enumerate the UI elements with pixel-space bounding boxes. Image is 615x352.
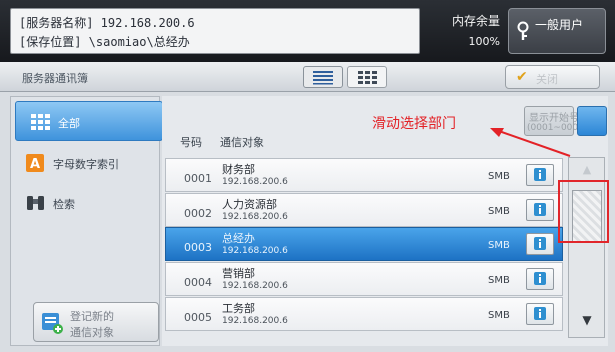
row-name: 财务部: [222, 163, 255, 176]
detail-button[interactable]: [526, 199, 554, 221]
scroll-down-button[interactable]: ▼: [575, 308, 599, 332]
register-new-target-button[interactable]: 登记新的 通信对象: [33, 302, 159, 342]
nav-item-all[interactable]: 全部: [15, 101, 163, 141]
table-row[interactable]: 0004 营销部 192.168.200.6 SMB: [165, 262, 563, 296]
row-number: 0003: [184, 241, 212, 254]
table-row[interactable]: 0002 人力资源部 192.168.200.6 SMB: [165, 193, 563, 227]
row-address: 192.168.200.6: [222, 246, 288, 256]
header: [服务器名称] 192.168.200.6 [保存位置] \saomiao\总经…: [0, 0, 615, 62]
binoculars-icon: [27, 196, 44, 210]
svg-text:A: A: [30, 157, 40, 172]
nav-item-label: 字母数字索引: [53, 158, 119, 171]
register-line-1: 登记新的: [70, 310, 114, 323]
nav-item-label: 全部: [58, 117, 80, 130]
row-protocol: SMB: [488, 275, 510, 286]
title-bar: 服务器通讯簿 ✔ 关闭: [0, 62, 615, 92]
grid-icon: [31, 114, 50, 130]
detail-button[interactable]: [526, 268, 554, 290]
info-icon: [534, 237, 546, 250]
row-number: 0005: [184, 311, 212, 324]
table-row-selected[interactable]: 0003 总经办 192.168.200.6 SMB: [165, 227, 563, 261]
info-icon: [534, 307, 546, 320]
user-button-label: 一般用户: [535, 18, 584, 32]
row-number: 0004: [184, 276, 212, 289]
row-name: 总经办: [222, 232, 255, 245]
row-name: 营销部: [222, 267, 255, 280]
table-row[interactable]: 0001 财务部 192.168.200.6 SMB: [165, 158, 563, 192]
add-contact-icon: [42, 313, 63, 334]
info-icon: [534, 203, 546, 216]
page-title: 服务器通讯簿: [22, 72, 88, 85]
row-address: 192.168.200.6: [222, 281, 288, 291]
nav-item-search[interactable]: 检索: [11, 183, 161, 223]
row-number: 0002: [184, 207, 212, 220]
annotation-arrow-icon: [490, 128, 571, 157]
memory-value: 100%: [468, 35, 500, 48]
left-nav: 全部 A 字母数字索引 检索 登记新的 通信对象: [10, 96, 163, 346]
annotation-label: 滑动选择部门: [372, 116, 456, 132]
start-number-entry-button[interactable]: [577, 106, 607, 136]
nav-item-label: 检索: [53, 198, 75, 211]
detail-button[interactable]: [526, 303, 554, 325]
letter-a-icon: A: [26, 154, 44, 172]
row-address: 192.168.200.6: [222, 177, 288, 187]
register-line-2: 通信对象: [70, 326, 114, 339]
scroll-up-button[interactable]: ▲: [575, 160, 599, 180]
row-address: 192.168.200.6: [222, 212, 288, 222]
scroll-highlight-box: [558, 180, 609, 243]
row-protocol: SMB: [488, 240, 510, 251]
row-address: 192.168.200.6: [222, 316, 288, 326]
row-name: 工务部: [222, 302, 255, 315]
close-button[interactable]: ✔ 关闭: [505, 65, 600, 89]
close-button-label: 关闭: [536, 73, 558, 86]
key-icon: [517, 21, 529, 40]
grid-view-button[interactable]: [347, 66, 387, 88]
screen: [服务器名称] 192.168.200.6 [保存位置] \saomiao\总经…: [0, 0, 615, 352]
column-header-number: 号码: [180, 136, 202, 149]
grid-view-icon: [358, 71, 377, 84]
list-view-button[interactable]: [303, 66, 343, 88]
memory-indicator: 内存余量 100%: [424, 8, 504, 54]
server-info-panel: [服务器名称] 192.168.200.6 [保存位置] \saomiao\总经…: [10, 8, 420, 54]
server-name: [服务器名称] 192.168.200.6: [19, 16, 195, 30]
detail-button[interactable]: [526, 164, 554, 186]
row-protocol: SMB: [488, 310, 510, 321]
nav-item-alphanumeric-index[interactable]: A 字母数字索引: [11, 143, 161, 183]
table-row[interactable]: 0005 工务部 192.168.200.6 SMB: [165, 297, 563, 331]
row-protocol: SMB: [488, 171, 510, 182]
column-header-target: 通信对象: [220, 136, 264, 149]
row-protocol: SMB: [488, 206, 510, 217]
detail-button[interactable]: [526, 233, 554, 255]
row-number: 0001: [184, 172, 212, 185]
memory-label: 内存余量: [451, 14, 500, 28]
row-name: 人力资源部: [222, 198, 277, 211]
list-view-icon: [313, 71, 333, 85]
info-icon: [534, 168, 546, 181]
info-icon: [534, 272, 546, 285]
save-location: [保存位置] \saomiao\总经办: [19, 35, 190, 49]
checkmark-icon: ✔: [516, 69, 528, 85]
user-button[interactable]: 一般用户: [508, 8, 606, 54]
